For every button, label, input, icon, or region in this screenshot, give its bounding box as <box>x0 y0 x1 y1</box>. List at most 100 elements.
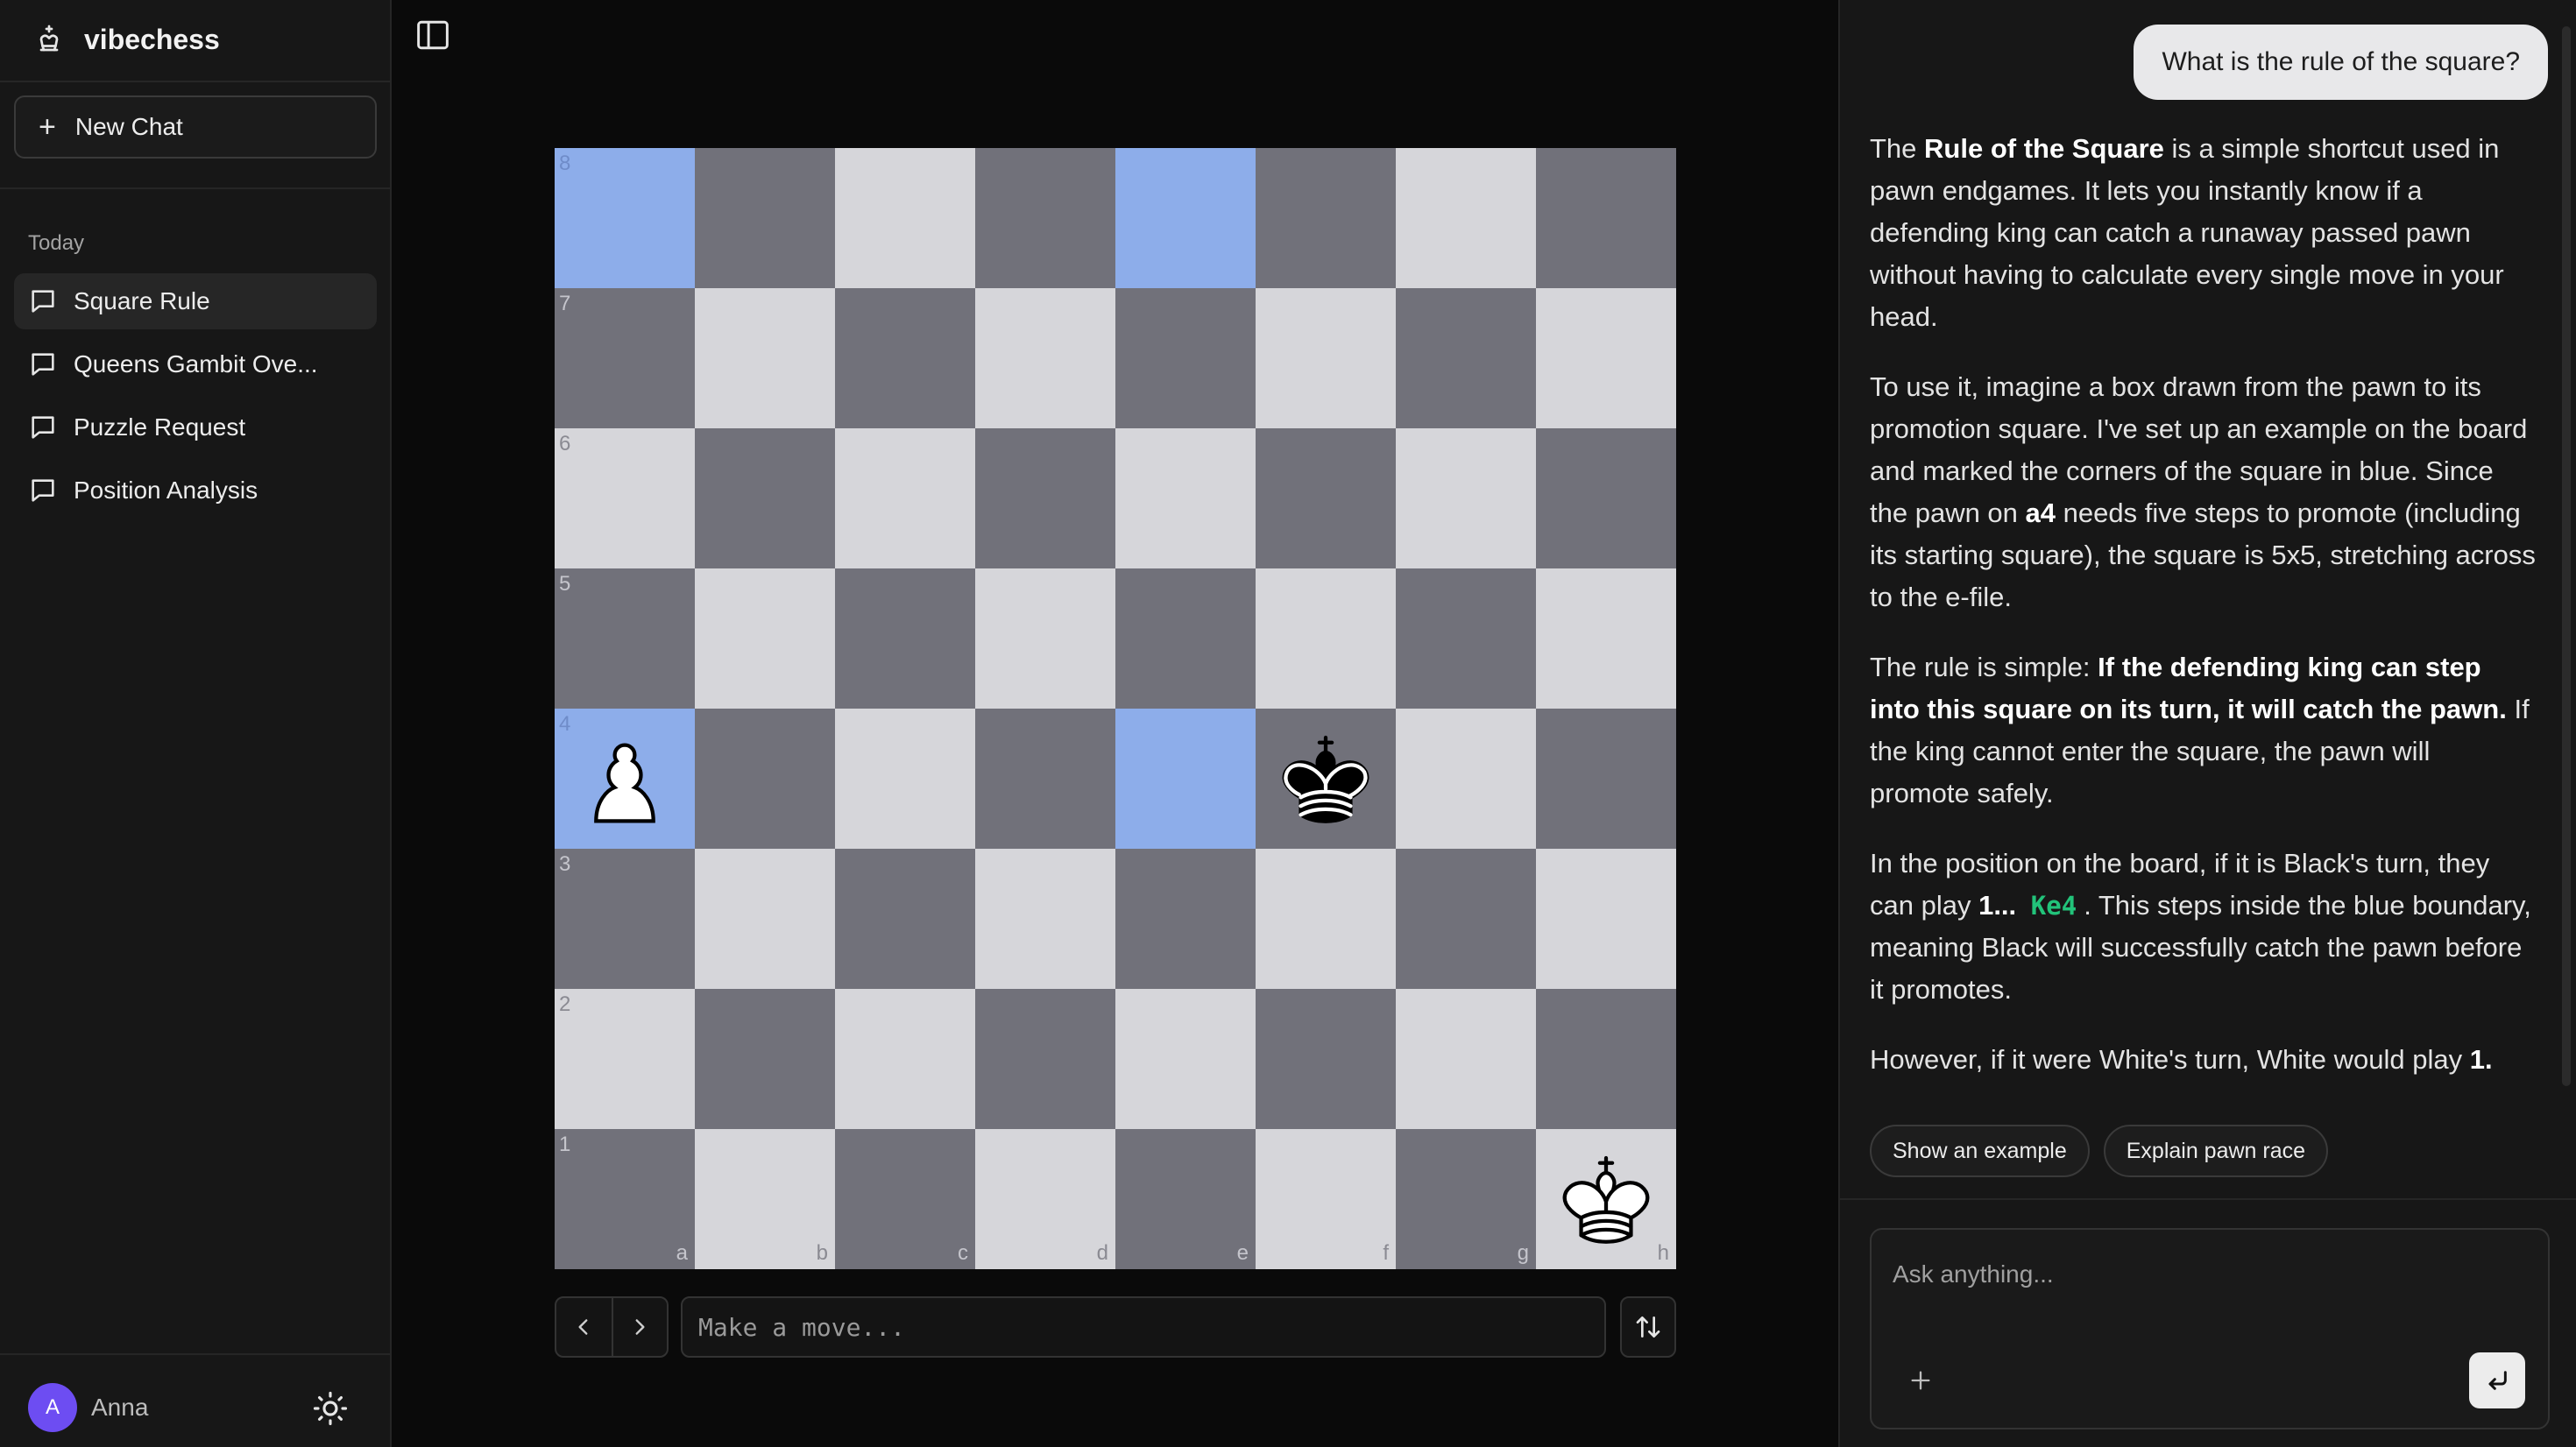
square-g4[interactable] <box>1396 709 1536 849</box>
square-a2[interactable]: 2 <box>555 989 695 1129</box>
flip-board-button[interactable] <box>1620 1296 1676 1358</box>
square-d5[interactable] <box>975 568 1115 709</box>
square-f6[interactable] <box>1256 428 1396 568</box>
white-king-piece[interactable] <box>1550 1143 1662 1255</box>
square-g8[interactable] <box>1396 148 1536 288</box>
square-f7[interactable] <box>1256 288 1396 428</box>
chat-item-square-rule[interactable]: Square Rule <box>14 273 377 329</box>
square-e7[interactable] <box>1115 288 1256 428</box>
avatar[interactable]: A <box>28 1383 77 1432</box>
chevron-right-icon <box>636 1319 646 1335</box>
section-label-today: Today <box>28 231 85 255</box>
chat-item-queens-gambit[interactable]: Queens Gambit Ove... <box>14 336 377 392</box>
square-g1[interactable]: g <box>1396 1129 1536 1269</box>
square-h6[interactable] <box>1536 428 1676 568</box>
square-c3[interactable] <box>835 849 975 989</box>
rank-label: 3 <box>559 852 571 876</box>
chat-scrollbar[interactable] <box>2562 26 2571 1086</box>
square-e6[interactable] <box>1115 428 1256 568</box>
chat-item-label: Queens Gambit Ove... <box>74 350 318 378</box>
attach-button[interactable] <box>1903 1363 1938 1398</box>
square-d1[interactable]: d <box>975 1129 1115 1269</box>
square-h8[interactable] <box>1536 148 1676 288</box>
suggestion-show-example[interactable]: Show an example <box>1870 1125 2090 1177</box>
square-a4[interactable]: 4 <box>555 709 695 849</box>
square-e4[interactable] <box>1115 709 1256 849</box>
square-h4[interactable] <box>1536 709 1676 849</box>
square-e2[interactable] <box>1115 989 1256 1129</box>
chat-bubble-icon <box>32 479 54 502</box>
square-d8[interactable] <box>975 148 1115 288</box>
square-a6[interactable]: 6 <box>555 428 695 568</box>
black-king-piece[interactable] <box>1270 723 1382 835</box>
square-b6[interactable] <box>695 428 835 568</box>
square-g3[interactable] <box>1396 849 1536 989</box>
square-a5[interactable]: 5 <box>555 568 695 709</box>
square-f2[interactable] <box>1256 989 1396 1129</box>
square-c7[interactable] <box>835 288 975 428</box>
sun-icon[interactable] <box>312 1390 349 1427</box>
file-label: g <box>1517 1241 1529 1265</box>
square-b2[interactable] <box>695 989 835 1129</box>
square-f4[interactable] <box>1256 709 1396 849</box>
square-b1[interactable]: b <box>695 1129 835 1269</box>
square-d3[interactable] <box>975 849 1115 989</box>
chevron-left-icon <box>578 1319 588 1335</box>
square-e5[interactable] <box>1115 568 1256 709</box>
square-a7[interactable]: 7 <box>555 288 695 428</box>
white-pawn-piece[interactable] <box>569 723 681 835</box>
rank-label: 2 <box>559 992 571 1016</box>
send-button[interactable] <box>2469 1352 2525 1408</box>
square-h2[interactable] <box>1536 989 1676 1129</box>
square-c4[interactable] <box>835 709 975 849</box>
square-c6[interactable] <box>835 428 975 568</box>
square-g7[interactable] <box>1396 288 1536 428</box>
previous-move-button[interactable] <box>556 1298 612 1356</box>
square-e8[interactable] <box>1115 148 1256 288</box>
square-g6[interactable] <box>1396 428 1536 568</box>
square-h5[interactable] <box>1536 568 1676 709</box>
square-c5[interactable] <box>835 568 975 709</box>
brand[interactable]: vibechess <box>33 21 220 58</box>
chat-item-position-analysis[interactable]: Position Analysis <box>14 462 377 519</box>
sidebar-toggle-icon[interactable] <box>415 19 450 51</box>
square-c8[interactable] <box>835 148 975 288</box>
square-f1[interactable]: f <box>1256 1129 1396 1269</box>
square-h7[interactable] <box>1536 288 1676 428</box>
new-chat-button[interactable]: + New Chat <box>14 95 377 159</box>
square-e3[interactable] <box>1115 849 1256 989</box>
move-link-ke4[interactable]: Ke4 <box>2024 891 2084 921</box>
square-b3[interactable] <box>695 849 835 989</box>
square-g5[interactable] <box>1396 568 1536 709</box>
suggestion-explain-pawn-race[interactable]: Explain pawn race <box>2103 1125 2329 1177</box>
square-c1[interactable]: c <box>835 1129 975 1269</box>
chat-input[interactable] <box>1893 1253 2523 1296</box>
square-b8[interactable] <box>695 148 835 288</box>
square-f5[interactable] <box>1256 568 1396 709</box>
square-a8[interactable]: 8 <box>555 148 695 288</box>
square-d2[interactable] <box>975 989 1115 1129</box>
chat-item-puzzle-request[interactable]: Puzzle Request <box>14 399 377 455</box>
square-f3[interactable] <box>1256 849 1396 989</box>
square-d6[interactable] <box>975 428 1115 568</box>
square-c2[interactable] <box>835 989 975 1129</box>
square-a1[interactable]: 1a <box>555 1129 695 1269</box>
square-g2[interactable] <box>1396 989 1536 1129</box>
next-move-button[interactable] <box>611 1298 667 1356</box>
square-b7[interactable] <box>695 288 835 428</box>
square-b4[interactable] <box>695 709 835 849</box>
square-h3[interactable] <box>1536 849 1676 989</box>
chess-board[interactable]: 8 7 6 54 3 2 1abcdef gh <box>555 148 1676 1269</box>
square-d4[interactable] <box>975 709 1115 849</box>
square-d7[interactable] <box>975 288 1115 428</box>
user-name[interactable]: Anna <box>91 1394 148 1422</box>
rank-label: 6 <box>559 432 571 455</box>
move-input[interactable] <box>681 1296 1606 1358</box>
square-e1[interactable]: e <box>1115 1129 1256 1269</box>
chat-composer <box>1870 1228 2550 1429</box>
square-b5[interactable] <box>695 568 835 709</box>
square-a3[interactable]: 3 <box>555 849 695 989</box>
square-f8[interactable] <box>1256 148 1396 288</box>
square-h1[interactable]: h <box>1536 1129 1676 1269</box>
rank-label: 7 <box>559 292 571 315</box>
